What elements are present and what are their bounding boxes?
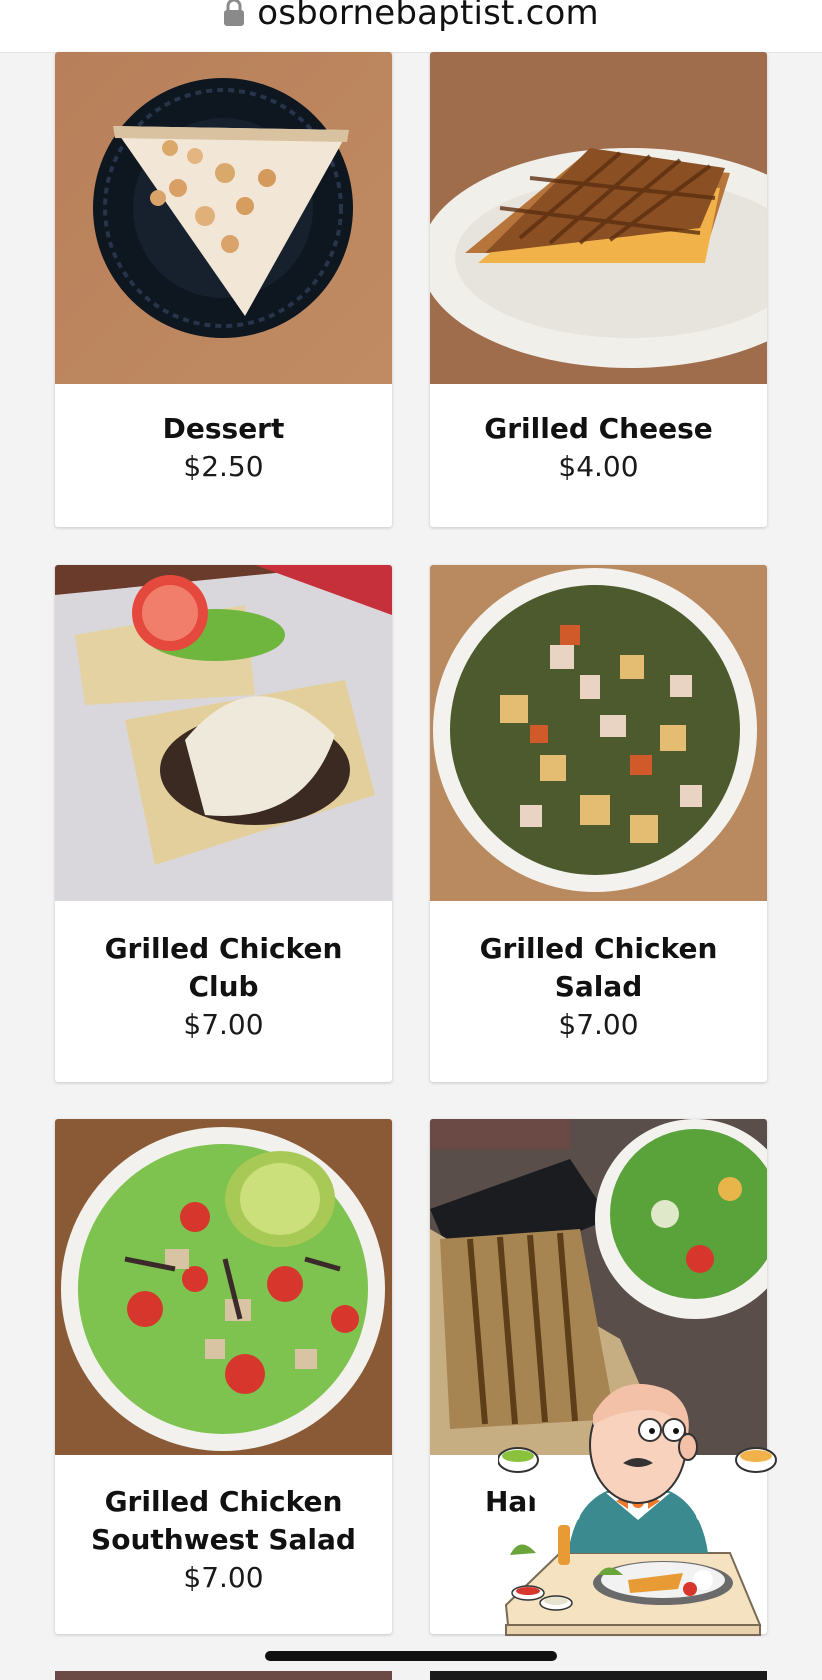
card-info: Grilled Chicken Club $7.00 (55, 930, 392, 1044)
lock-icon (223, 0, 245, 27)
card-info: Dessert $2.50 (55, 410, 392, 486)
menu-card[interactable]: Grilled Chicken Club $7.00 (55, 565, 392, 1082)
card-info: Grilled Cheese $4.00 (430, 410, 767, 486)
chef-mascot-icon (497, 1375, 788, 1643)
item-name: Grilled Chicken Southwest Salad (91, 1485, 356, 1556)
item-name: Dessert (162, 412, 285, 445)
item-name: Grilled Cheese (484, 412, 713, 445)
chicken-salad-photo (430, 565, 767, 901)
home-indicator[interactable] (265, 1651, 557, 1661)
dessert-photo (55, 52, 392, 384)
item-price: $4.00 (558, 450, 639, 483)
url-text: osbornebaptist.com (257, 0, 599, 33)
menu-card[interactable]: Grilled Cheese $4.00 (430, 52, 767, 527)
item-name: Grilled Chicken Salad (479, 932, 718, 1003)
item-name: Grilled Chicken Club (104, 932, 343, 1003)
grilled-cheese-photo (430, 52, 767, 384)
item-price: $2.50 (183, 450, 264, 483)
menu-card[interactable]: Grilled Chicken Salad $7.00 (430, 565, 767, 1082)
chicken-club-photo (55, 565, 392, 901)
item-price: $7.00 (183, 1561, 264, 1594)
item-price: $7.00 (183, 1008, 264, 1041)
southwest-salad-photo (55, 1119, 392, 1455)
menu-card[interactable]: Grilled Chicken Southwest Salad $7.00 (55, 1119, 392, 1634)
card-info: Grilled Chicken Southwest Salad $7.00 (55, 1483, 392, 1597)
page: osbornebaptist.com Dessert $2.50 Grilled… (0, 0, 822, 1680)
menu-card[interactable]: Dessert $2.50 (55, 52, 392, 527)
address-bar[interactable]: osbornebaptist.com (0, 0, 822, 53)
menu-card-next-row (430, 1671, 767, 1680)
menu-card-next-row (55, 1671, 392, 1680)
item-price: $7.00 (558, 1008, 639, 1041)
card-info: Grilled Chicken Salad $7.00 (430, 930, 767, 1044)
